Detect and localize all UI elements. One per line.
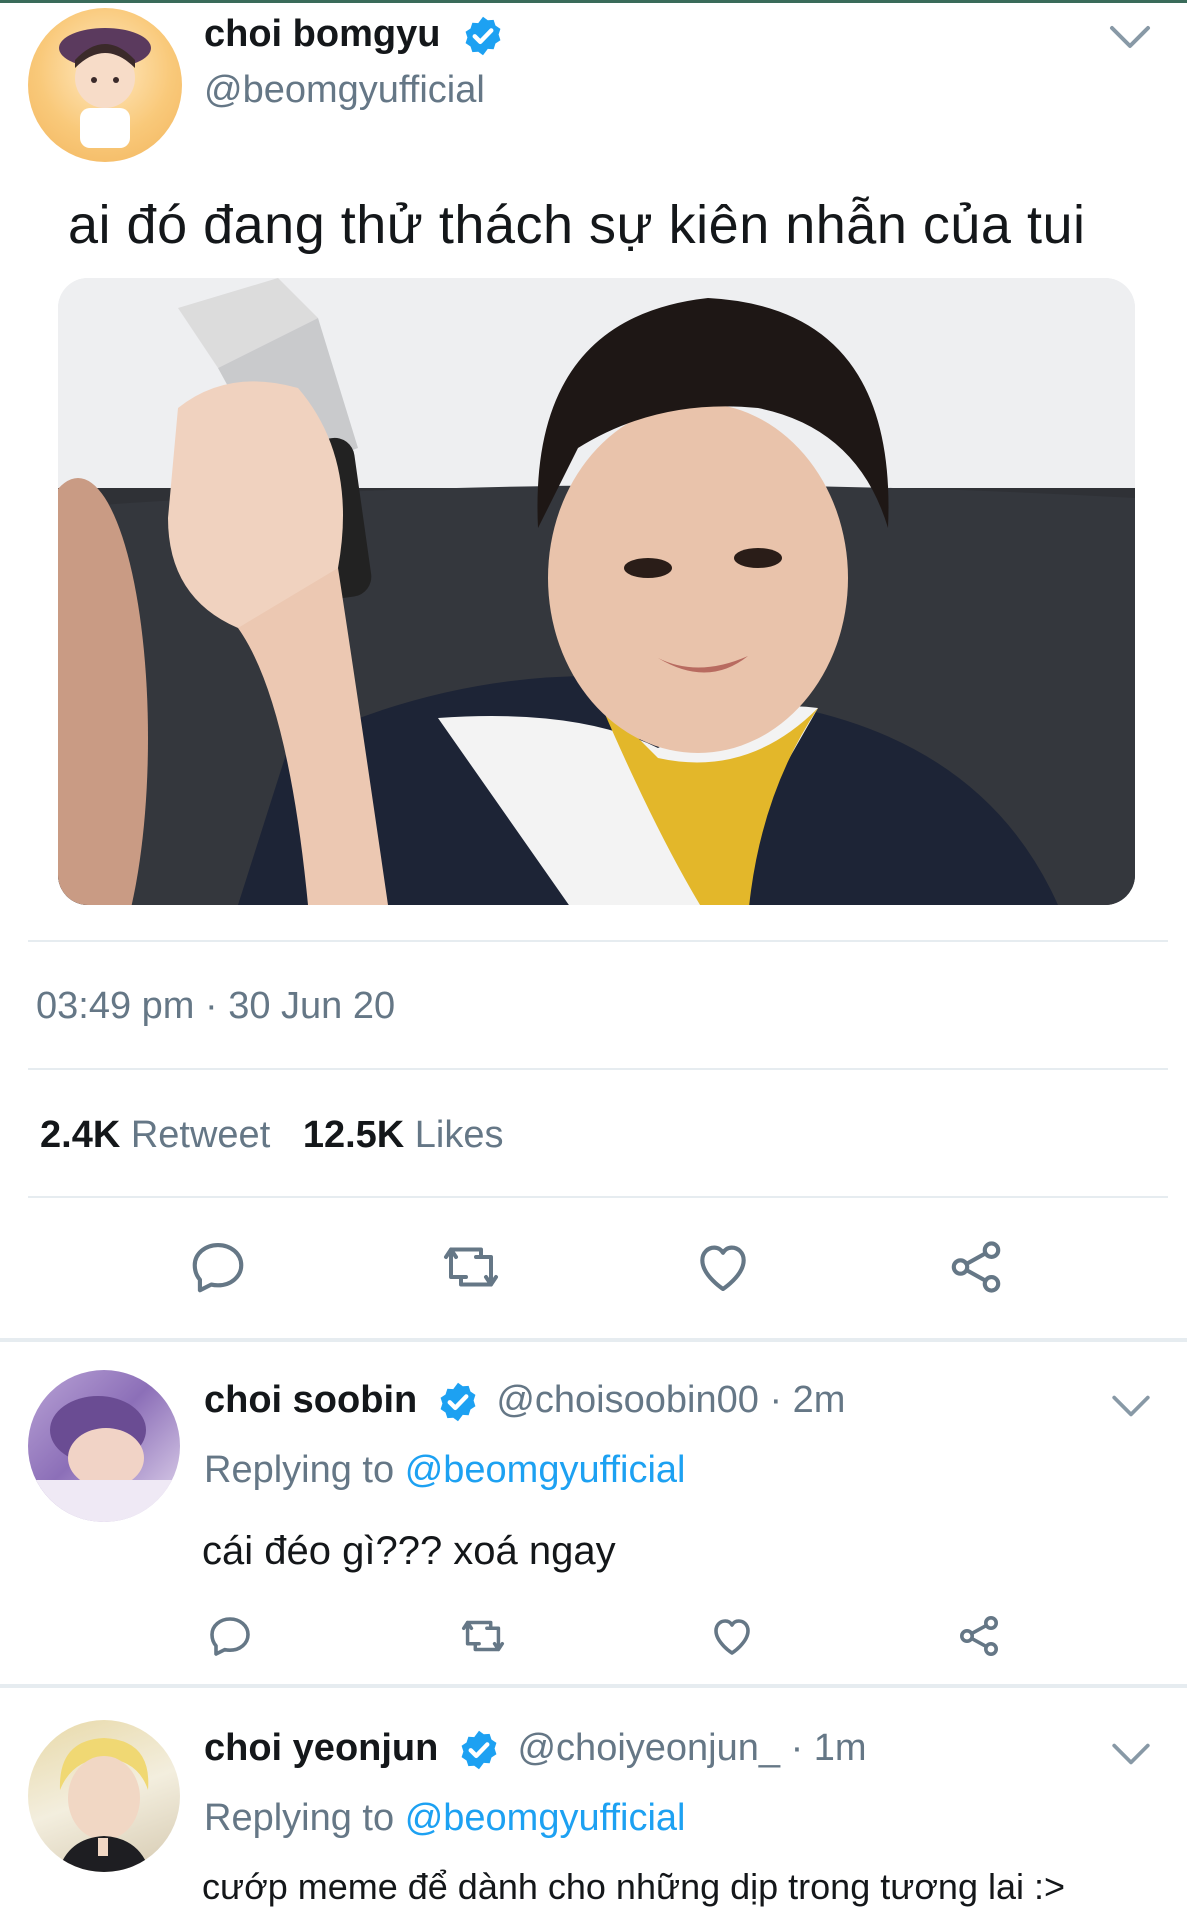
retweet-icon[interactable] — [436, 1236, 506, 1298]
chevron-down-icon[interactable] — [1110, 1740, 1152, 1768]
photo-person-holding-knife — [58, 278, 1135, 905]
reply-icon[interactable] — [187, 1236, 249, 1298]
verified-badge-icon — [457, 1728, 501, 1772]
handle[interactable]: @choiyeonjun_ — [517, 1727, 780, 1769]
reply-time: · 2m — [769, 1379, 846, 1421]
replying-to-link[interactable]: @beomgyufficial — [405, 1797, 686, 1839]
avatar-illustration — [28, 1396, 180, 1522]
share-icon[interactable] — [955, 1612, 1003, 1660]
avatar[interactable] — [28, 8, 182, 162]
replying-to-label: Replying to — [204, 1797, 395, 1839]
handle[interactable]: @beomgyufficial — [204, 66, 485, 114]
tweet-timestamp[interactable]: 03:49 pm · 30 Jun 20 — [36, 982, 395, 1030]
retweet-icon[interactable] — [456, 1612, 510, 1660]
divider — [28, 940, 1168, 942]
section-separator — [0, 1338, 1187, 1342]
replying-to-link[interactable]: @beomgyufficial — [405, 1449, 686, 1491]
display-name[interactable]: choi soobin — [204, 1379, 417, 1421]
likes-label[interactable]: Likes — [415, 1114, 504, 1156]
reply-time: · 1m — [790, 1727, 867, 1769]
tweet-media-image[interactable] — [58, 278, 1135, 905]
display-name[interactable]: choi bomgyu — [204, 13, 440, 55]
section-separator — [0, 1684, 1187, 1688]
chevron-down-icon[interactable] — [1108, 22, 1152, 52]
avatar-illustration — [58, 1738, 150, 1872]
replying-to-label: Replying to — [204, 1449, 395, 1491]
top-accent-line — [0, 0, 1187, 3]
avatar[interactable] — [28, 1370, 180, 1522]
verified-badge-icon — [461, 14, 505, 58]
tweet-stats: 2.4K Retweet 12.5K Likes — [40, 1111, 504, 1159]
tweet-text: ai đó đang thử thách sự kiên nhẫn của tu… — [68, 195, 1086, 255]
retweet-count[interactable]: 2.4K — [40, 1114, 120, 1156]
handle[interactable]: @choisoobin00 — [496, 1379, 759, 1421]
reply-icon[interactable] — [206, 1612, 254, 1660]
avatar[interactable] — [28, 1720, 180, 1872]
like-icon[interactable] — [692, 1236, 754, 1298]
divider — [28, 1068, 1168, 1070]
verified-badge-icon — [436, 1380, 480, 1424]
likes-count[interactable]: 12.5K — [303, 1114, 404, 1156]
share-icon[interactable] — [945, 1236, 1007, 1298]
like-icon[interactable] — [708, 1612, 756, 1660]
reply-text: cướp meme để dành cho những dịp trong tư… — [202, 1866, 1066, 1907]
display-name[interactable]: choi yeonjun — [204, 1727, 438, 1769]
chevron-down-icon[interactable] — [1110, 1392, 1152, 1420]
avatar-illustration — [59, 28, 151, 148]
reply-text: cái đéo gì??? xoá ngay — [202, 1529, 616, 1573]
divider — [28, 1196, 1168, 1198]
retweet-label[interactable]: Retweet — [131, 1114, 270, 1156]
